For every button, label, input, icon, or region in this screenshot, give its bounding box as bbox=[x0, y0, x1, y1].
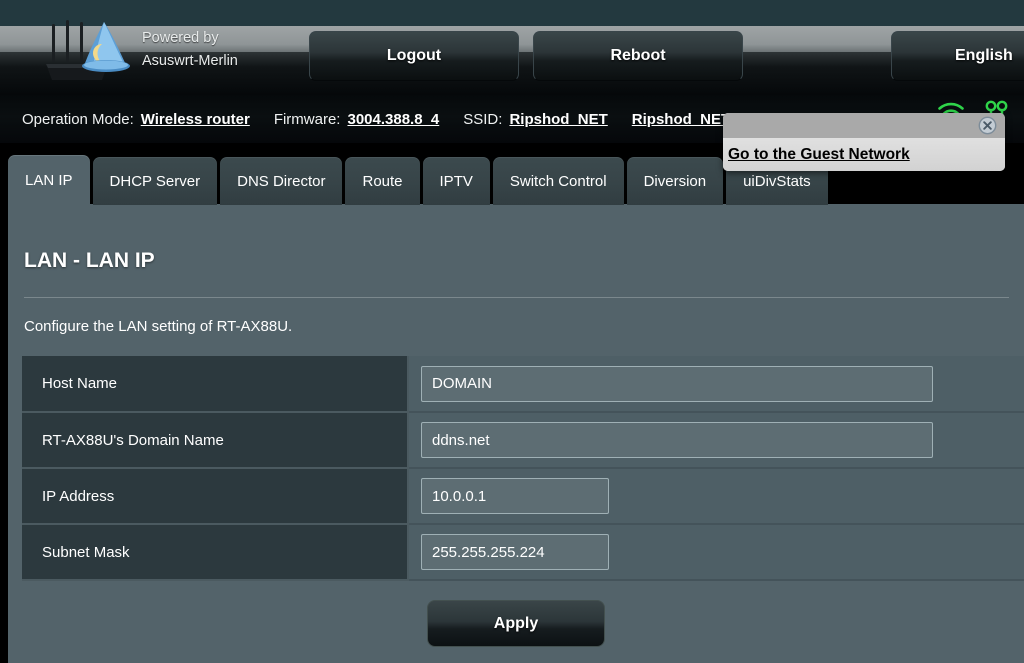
language-selector-button[interactable]: English bbox=[891, 31, 1024, 81]
apply-button[interactable]: Apply bbox=[427, 600, 605, 647]
title-divider bbox=[24, 297, 1009, 298]
tab-dns-director[interactable]: DNS Director bbox=[220, 157, 343, 205]
label-host-name: Host Name bbox=[22, 356, 409, 413]
label-ip-address: IP Address bbox=[22, 468, 409, 525]
subnet-mask-input[interactable] bbox=[421, 534, 609, 570]
content-panel: LAN - LAN IP Configure the LAN setting o… bbox=[8, 204, 1024, 663]
firmware-label: Firmware: bbox=[273, 110, 341, 128]
lan-settings-table: Host Name RT-AX88U's Domain Name IP Addr… bbox=[22, 356, 1024, 581]
operation-mode-label: Operation Mode: bbox=[22, 110, 134, 128]
router-admin-page: Powered by Asuswrt-Merlin Logout Reboot … bbox=[0, 0, 1024, 663]
asuswrt-merlin-logo bbox=[44, 16, 154, 86]
ssid-value-2ghz[interactable]: Ripshod_NET bbox=[509, 111, 607, 128]
tab-iptv[interactable]: IPTV bbox=[422, 157, 490, 205]
powered-by-line2: Asuswrt-Merlin bbox=[142, 53, 238, 69]
guest-network-link[interactable]: Go to the Guest Network bbox=[728, 146, 910, 164]
ip-address-input[interactable] bbox=[421, 478, 609, 514]
logout-button[interactable]: Logout bbox=[309, 31, 519, 81]
tab-dhcp-server[interactable]: DHCP Server bbox=[92, 157, 218, 205]
table-row-subnet-mask: Subnet Mask bbox=[22, 524, 1024, 581]
label-domain-name: RT-AX88U's Domain Name bbox=[22, 412, 409, 469]
operation-mode-value[interactable]: Wireless router bbox=[141, 111, 250, 128]
ssid-label: SSID: bbox=[463, 110, 503, 128]
powered-by-text: Powered by Asuswrt-Merlin bbox=[142, 27, 302, 75]
page-description: Configure the LAN setting of RT-AX88U. bbox=[24, 318, 293, 335]
tab-route[interactable]: Route bbox=[345, 157, 420, 205]
apply-button-row: Apply bbox=[8, 600, 1024, 647]
table-row-ip-address: IP Address bbox=[22, 468, 1024, 525]
powered-by-line1: Powered by bbox=[142, 30, 219, 46]
settings-tab-bar: LAN IP DHCP Server DNS Director Route IP… bbox=[8, 155, 831, 205]
table-row-domain-name: RT-AX88U's Domain Name bbox=[22, 412, 1024, 469]
tab-switch-control[interactable]: Switch Control bbox=[492, 157, 624, 205]
guest-popup-body: Go to the Guest Network bbox=[723, 138, 1005, 171]
firmware-value[interactable]: 3004.388.8_4 bbox=[347, 111, 439, 128]
table-row-host-name: Host Name bbox=[22, 356, 1024, 413]
tab-diversion[interactable]: Diversion bbox=[626, 157, 724, 205]
reboot-button[interactable]: Reboot bbox=[533, 31, 743, 81]
label-subnet-mask: Subnet Mask bbox=[22, 524, 409, 581]
host-name-input[interactable] bbox=[421, 365, 933, 402]
guest-popup-title-bar bbox=[723, 113, 1005, 138]
guest-network-popup: Go to the Guest Network bbox=[723, 113, 1005, 171]
close-icon[interactable] bbox=[978, 116, 997, 135]
page-title: LAN - LAN IP bbox=[24, 249, 155, 272]
domain-name-input[interactable] bbox=[421, 422, 933, 458]
tab-lan-ip[interactable]: LAN IP bbox=[8, 155, 90, 205]
